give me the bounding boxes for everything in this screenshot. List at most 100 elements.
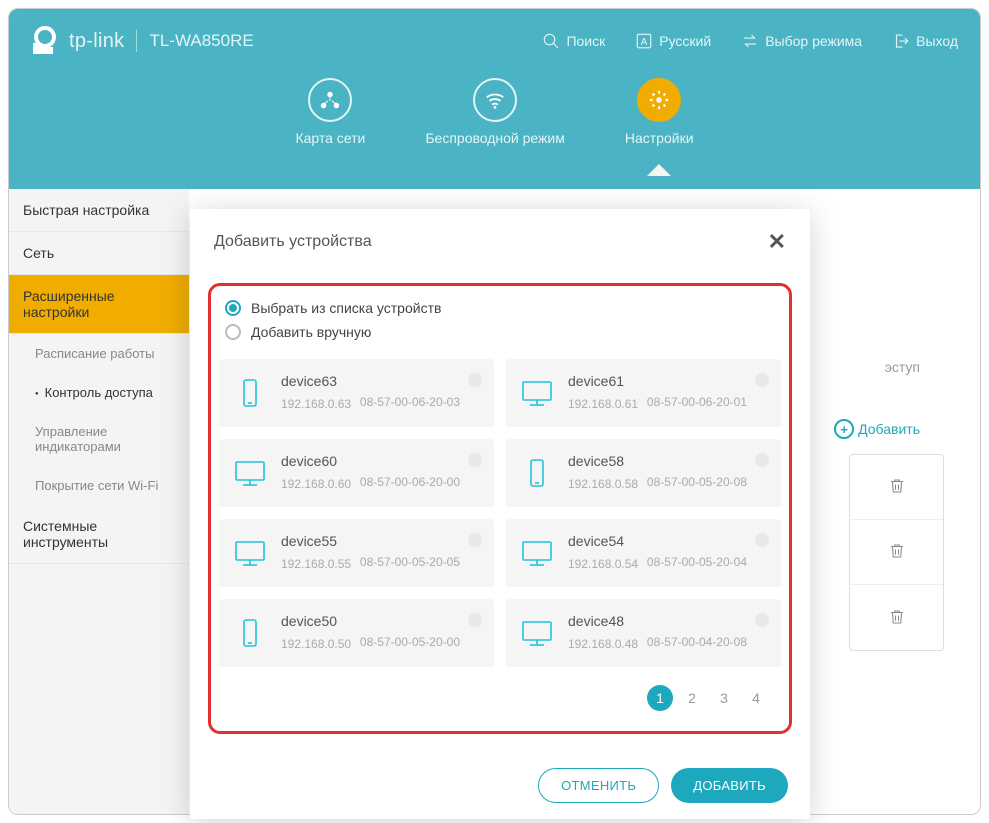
sidebar-quick-setup[interactable]: Быстрая настройка [9, 189, 189, 232]
device-ip: 192.168.0.63 [281, 397, 351, 411]
device-checkbox[interactable] [468, 373, 482, 387]
nav-map-label: Карта сети [295, 130, 365, 146]
wifi-icon [473, 78, 517, 122]
device-card[interactable]: device60192.168.0.6008-57-00-06-20-00 [219, 439, 494, 507]
device-checkbox[interactable] [755, 453, 769, 467]
device-checkbox[interactable] [468, 453, 482, 467]
sidebar-system-tools[interactable]: Системные инструменты [9, 505, 189, 564]
device-mac: 08-57-00-06-20-03 [360, 395, 460, 409]
device-name: device61 [568, 373, 767, 389]
page-4[interactable]: 4 [743, 685, 769, 711]
device-card[interactable]: device58192.168.0.5808-57-00-05-20-08 [506, 439, 781, 507]
mobile-icon [233, 618, 267, 648]
nav-settings-label: Настройки [625, 130, 694, 146]
logout-label: Выход [916, 33, 958, 49]
divider [136, 30, 137, 52]
device-name: device54 [568, 533, 767, 549]
highlighted-region: Выбрать из списка устройств Добавить вру… [208, 283, 792, 734]
trash-icon[interactable] [888, 477, 906, 497]
nav-settings[interactable]: Настройки [625, 78, 694, 146]
sidebar-led-control[interactable]: Управление индикаторами [9, 412, 189, 466]
page-1[interactable]: 1 [647, 685, 673, 711]
desktop-icon [520, 618, 554, 648]
top-right-links: Поиск A Русский Выбор режима Выход [542, 32, 958, 50]
radio-checked-icon [225, 300, 241, 316]
device-checkbox[interactable] [468, 533, 482, 547]
add-link[interactable]: Добавить [834, 419, 920, 439]
radio-select-from-list[interactable]: Выбрать из списка устройств [219, 296, 781, 320]
device-info: device60192.168.0.6008-57-00-06-20-00 [281, 453, 480, 493]
page-3[interactable]: 3 [711, 685, 737, 711]
device-name: device55 [281, 533, 480, 549]
sidebar: Быстрая настройка Сеть Расширенные настр… [9, 189, 189, 814]
desktop-icon [520, 378, 554, 408]
device-ip: 192.168.0.50 [281, 637, 351, 651]
logout-icon [892, 32, 910, 50]
trash-icon[interactable] [888, 608, 906, 628]
sidebar-network[interactable]: Сеть [9, 232, 189, 275]
tp-link-icon [31, 25, 63, 57]
list-row [850, 455, 943, 520]
cancel-button[interactable]: ОТМЕНИТЬ [538, 768, 659, 803]
device-checkbox[interactable] [755, 533, 769, 547]
device-mac: 08-57-00-05-20-00 [360, 635, 460, 649]
sidebar-coverage[interactable]: Покрытие сети Wi-Fi [9, 466, 189, 505]
device-name: device58 [568, 453, 767, 469]
swap-icon [741, 32, 759, 50]
device-ip: 192.168.0.55 [281, 557, 351, 571]
sidebar-access-control[interactable]: Контроль доступа [9, 373, 189, 412]
device-card[interactable]: device48192.168.0.4808-57-00-04-20-08 [506, 599, 781, 667]
sidebar-advanced[interactable]: Расширенные настройки [9, 275, 189, 334]
device-checkbox[interactable] [755, 613, 769, 627]
add-button[interactable]: ДОБАВИТЬ [671, 768, 788, 803]
desktop-icon [233, 538, 267, 568]
search-link[interactable]: Поиск [542, 32, 605, 50]
close-icon[interactable]: ✕ [768, 229, 786, 255]
device-info: device61192.168.0.6108-57-00-06-20-01 [568, 373, 767, 413]
radio-manual-label: Добавить вручную [251, 324, 371, 340]
mobile-icon [233, 378, 267, 408]
device-info: device54 192.168.0.54 08-57-00-05-20-04 [568, 533, 767, 573]
device-mac: 08-57-00-06-20-00 [360, 475, 460, 489]
sidebar-schedule[interactable]: Расписание работы [9, 334, 189, 373]
device-ip: 192.168.0.48 [568, 637, 638, 651]
device-mac: 08-57-00-05-20-04 [647, 555, 747, 569]
search-icon [542, 32, 560, 50]
header: tp-link TL-WA850RE Поиск A Русский Выбор… [9, 9, 980, 189]
device-name: device60 [281, 453, 480, 469]
gear-icon [637, 78, 681, 122]
nav-network-map[interactable]: Карта сети [295, 78, 365, 146]
device-info: device63 192.168.0.63 08-57-00-06-20-03 [281, 373, 480, 413]
device-card[interactable]: device63 192.168.0.63 08-57-00-06-20-03 [219, 359, 494, 427]
nav-wireless[interactable]: Беспроводной режим [425, 78, 565, 146]
brand-text: tp-link [69, 30, 124, 53]
device-card[interactable]: device54 192.168.0.54 08-57-00-05-20-04 [506, 519, 781, 587]
device-checkbox[interactable] [468, 613, 482, 627]
device-mac: 08-57-00-05-20-08 [647, 475, 747, 489]
radio-add-manually[interactable]: Добавить вручную [219, 320, 781, 344]
device-checkbox[interactable] [755, 373, 769, 387]
language-link[interactable]: A Русский [635, 32, 711, 50]
device-ip: 192.168.0.54 [568, 557, 638, 571]
modal-footer: ОТМЕНИТЬ ДОБАВИТЬ [190, 752, 810, 819]
device-card[interactable]: device55 192.168.0.55 08-57-00-05-20-05 [219, 519, 494, 587]
device-card[interactable]: device61192.168.0.6108-57-00-06-20-01 [506, 359, 781, 427]
trash-icon[interactable] [888, 542, 906, 562]
page-2[interactable]: 2 [679, 685, 705, 711]
existing-list [849, 454, 944, 651]
language-icon: A [635, 32, 653, 50]
device-name: device50 [281, 613, 480, 629]
mode-label: Выбор режима [765, 33, 862, 49]
logout-link[interactable]: Выход [892, 32, 958, 50]
modal-header: Добавить устройства ✕ [190, 209, 810, 275]
pagination: 1 2 3 4 [219, 685, 781, 711]
desktop-icon [233, 458, 267, 488]
device-card[interactable]: device50 192.168.0.50 08-57-00-05-20-00 [219, 599, 494, 667]
device-mac: 08-57-00-05-20-05 [360, 555, 460, 569]
list-row [850, 585, 943, 650]
nav-wireless-label: Беспроводной режим [425, 130, 565, 146]
radio-list-label: Выбрать из списка устройств [251, 300, 441, 316]
mode-link[interactable]: Выбор режима [741, 32, 862, 50]
device-name: device63 [281, 373, 480, 389]
device-ip: 192.168.0.61 [568, 397, 638, 411]
